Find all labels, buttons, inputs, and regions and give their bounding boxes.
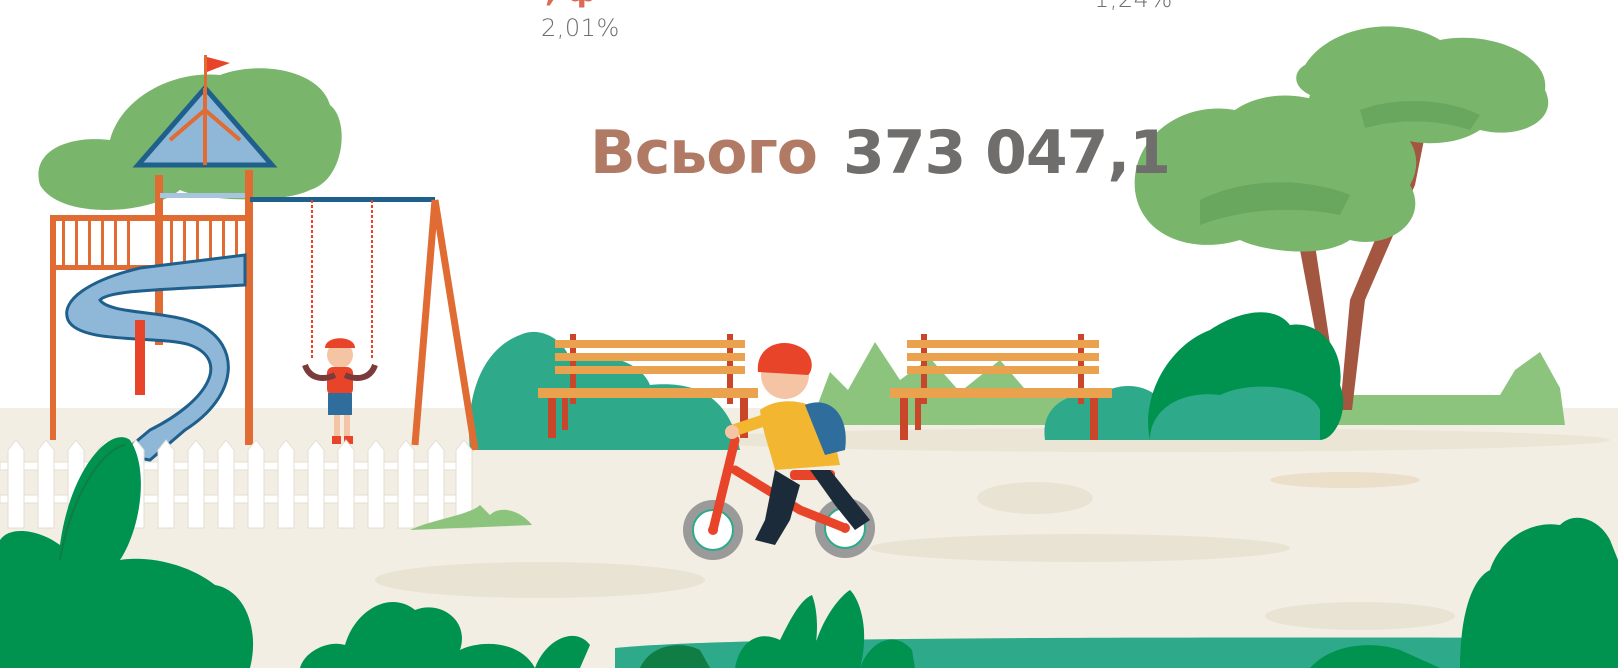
percent-left: 2,01%	[541, 14, 620, 42]
percent-right: 1,24%	[1094, 0, 1173, 13]
total-value: 373 047,1	[843, 118, 1171, 188]
playground-slide-icon	[38, 55, 342, 462]
cut-off-heading: , ф	[545, 0, 597, 9]
total-label: Всього	[590, 118, 818, 188]
park-illustration	[0, 26, 1618, 668]
total-summary: Всього 373 047,1	[590, 118, 1171, 188]
